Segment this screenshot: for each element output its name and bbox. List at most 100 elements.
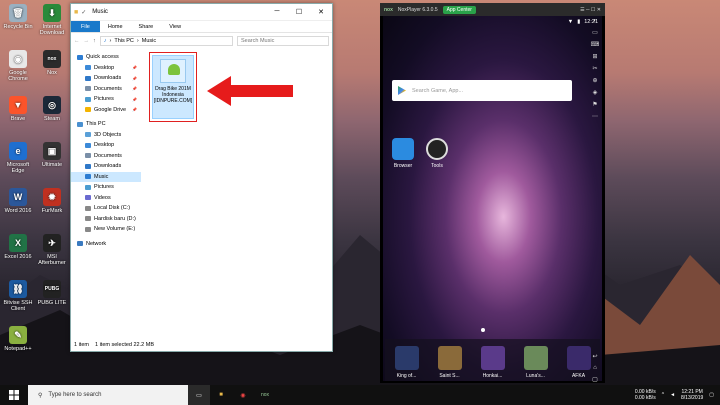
search-input[interactable]: Search Music [237,36,329,46]
dock-app[interactable]: Honkai... [476,345,510,379]
tab-home[interactable]: Home [100,24,131,30]
nav-item[interactable]: Downloads 📌 [71,73,141,84]
nav-item[interactable]: Downloads [71,161,141,172]
desktop-icon[interactable]: ⛓ Bitvise SSH Client [2,280,34,312]
minimize-button[interactable]: ─ [266,8,288,16]
file-item-apk[interactable]: Drag Bike 201M Indonesia [IDNPURE.COM] [149,52,197,122]
sidebar-toolbar-icon[interactable]: ⊞ [592,53,597,60]
desktop-icon[interactable]: ◉ Google Chrome [2,50,34,82]
desktop-icon[interactable]: W Word 2016 [2,188,34,214]
app-center-button[interactable]: App Center [442,5,476,14]
nox-titlebar[interactable]: nox NoxPlayer 6.3.0.5 App Center ☰ ─ ☐ ✕ [380,3,605,16]
nav-item[interactable]: Network [71,239,141,250]
nox-player-window[interactable]: nox NoxPlayer 6.3.0.5 App Center ☰ ─ ☐ ✕… [380,3,605,383]
clock[interactable]: 12:21 PM 8/13/2019 [681,389,703,401]
breadcrumb-music[interactable]: Music [142,38,156,44]
desktop-icon[interactable]: ◎ Steam [36,96,68,122]
folder-icon [85,96,91,102]
address-bar[interactable]: ♪ › This PC › Music [99,36,233,46]
sidebar-toolbar-icon[interactable]: ◈ [593,89,598,96]
nav-item[interactable]: New Volume (E:) [71,224,141,235]
android-back-icon[interactable]: ↩ [592,353,597,360]
volume-icon[interactable]: ◄ [670,392,675,398]
nav-item[interactable]: Hardisk baru (D:) [71,214,141,225]
notification-icon[interactable]: ▢ [709,392,714,398]
nav-item[interactable]: Music [71,171,141,182]
file-explorer-taskbar-icon[interactable]: ■ [210,385,232,405]
app-icon: ✈ [43,234,61,252]
dock-app-label: Honkai... [482,372,503,379]
breadcrumb-sep: › [136,38,139,44]
desktop-icon[interactable]: PUBG PUBG LITE [36,280,68,306]
check-icon[interactable]: ✓ [81,9,86,16]
home-app-icon[interactable]: Tools [423,138,451,169]
desktop-icon[interactable]: ✹ FurMark [36,188,68,214]
nav-item[interactable]: Pictures 📌 [71,94,141,105]
dock-app[interactable]: Saint S... [433,345,467,379]
back-icon[interactable]: ← [74,38,80,44]
file-explorer-window[interactable]: ■ ✓ Music ─ ☐ ✕ File Home Share View ← →… [70,3,333,352]
nav-item[interactable]: Local Disk (C:) [71,203,141,214]
chrome-taskbar-icon[interactable]: ◉ [232,385,254,405]
desktop-icon[interactable]: e Microsoft Edge [2,142,34,174]
app-icon: ▣ [43,142,61,160]
android-home-icon[interactable]: ⌂ [593,365,597,371]
nav-item[interactable]: Documents 📌 [71,84,141,95]
sidebar-toolbar-icon[interactable]: ✂ [592,65,597,72]
dock-app[interactable]: Luna's... [519,345,553,379]
chevron-up-icon[interactable]: ^ [662,392,664,398]
up-icon[interactable]: ↑ [93,38,96,44]
nav-item[interactable]: Pictures [71,182,141,193]
task-view-icon[interactable]: ▭ [188,385,210,405]
nav-item[interactable]: Videos [71,193,141,204]
dock-app[interactable]: King of... [390,345,424,379]
desktop-icon[interactable]: X Excel 2016 [2,234,34,260]
nav-item[interactable]: Google Drive 📌 [71,105,141,116]
desktop-icon[interactable]: ✈ MSI Afterburner [36,234,68,266]
nav-item[interactable]: Quick access [71,52,141,63]
nav-item[interactable]: 3D Objects [71,130,141,141]
sidebar-toolbar-icon[interactable]: ⌨ [591,41,600,48]
android-recent-icon[interactable]: ▢ [592,376,598,383]
sidebar-toolbar-icon[interactable]: ◐ [593,18,597,24]
folder-icon [85,216,91,222]
nav-item[interactable]: This PC [71,119,141,130]
windows-taskbar: ⚲ Type here to search ▭ ■ ◉ nox 0.00 kB/… [0,385,720,405]
desktop-icon[interactable]: ⬇ Internet Download [36,4,68,36]
nav-item[interactable]: Documents [71,151,141,162]
app-icon: W [9,188,27,206]
nav-item-label: Downloads [94,75,122,82]
desktop-icon[interactable]: ✎ Notepad++ [2,326,34,352]
desktop-icon[interactable]: nox Nox [36,50,68,76]
sidebar-toolbar-icon[interactable]: ⚑ [592,101,597,108]
home-app-icon[interactable]: Browser [389,138,417,169]
desktop-icon[interactable]: ▣ Ultimate [36,142,68,168]
android-home-screen[interactable]: ▼ ▮ 12:21 Search Game, App... Browser Too… [383,16,602,381]
desktop-icon-label: Internet Download [39,24,65,36]
desktop-icon-label: PUBG LITE [37,300,67,306]
tab-file[interactable]: File [71,21,100,32]
play-search-bar[interactable]: Search Game, App... [392,80,572,101]
nav-item[interactable]: Desktop 📌 [71,63,141,74]
start-button[interactable] [0,385,28,405]
tab-share[interactable]: Share [131,24,162,30]
sidebar-toolbar-icon[interactable]: ⋯ [592,113,598,120]
music-note-icon: ♪ [103,38,107,44]
maximize-button[interactable]: ☐ [288,8,310,16]
desktop-icon[interactable]: ▼ Brave [2,96,34,122]
breadcrumb-this-pc[interactable]: This PC [114,38,134,44]
sidebar-toolbar-icon[interactable]: ⊕ [592,77,597,84]
taskbar-search[interactable]: ⚲ Type here to search [28,385,188,405]
close-button[interactable]: ✕ [310,8,332,16]
forward-icon[interactable]: → [84,38,90,44]
sidebar-toolbar-icon[interactable]: ▭ [592,29,598,36]
desktop-icon-label: Steam [44,116,60,122]
nox-window-controls-icon[interactable]: ☰ ─ ☐ ✕ [580,7,601,13]
desktop-icon[interactable]: 🗑 Recycle Bin [2,4,34,30]
tab-view[interactable]: View [161,24,189,30]
explorer-titlebar[interactable]: ■ ✓ Music ─ ☐ ✕ [71,4,332,21]
nox-taskbar-icon[interactable]: nox [254,385,276,405]
nav-item[interactable]: Desktop [71,140,141,151]
nav-item-label: Documents [94,85,122,92]
nav-item-label: Music [94,173,109,180]
